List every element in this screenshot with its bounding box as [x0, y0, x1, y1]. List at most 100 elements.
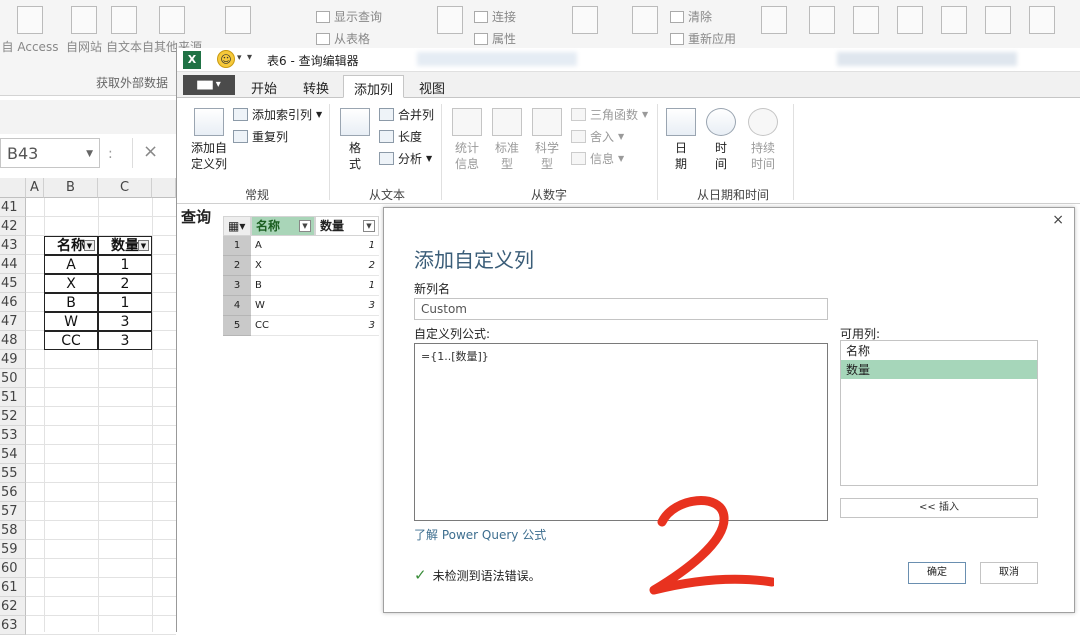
excel-table-header[interactable]: 数量 ▼	[98, 236, 152, 255]
table-cell[interactable]: A	[251, 236, 315, 256]
formula-cancel-button[interactable]: ×	[132, 138, 176, 168]
data-validation-button[interactable]	[888, 6, 932, 38]
excel-table-cell[interactable]: A	[44, 255, 98, 274]
table-cell[interactable]: 3	[315, 316, 379, 336]
refresh-all-button[interactable]	[420, 6, 480, 38]
row-number[interactable]: 4	[223, 296, 251, 316]
excel-table-cell[interactable]: X	[44, 274, 98, 293]
relationships-button[interactable]	[976, 6, 1020, 38]
row-header[interactable]: 51	[0, 388, 26, 407]
cancel-button[interactable]: 取消	[980, 562, 1038, 584]
select-all-corner[interactable]	[0, 178, 26, 198]
text-to-columns-button[interactable]	[752, 6, 796, 38]
learn-formulas-link[interactable]: 了解 Power Query 公式	[414, 526, 546, 543]
connections-button[interactable]: 连接	[474, 8, 516, 25]
row-header[interactable]: 53	[0, 426, 26, 445]
row-header[interactable]: 62	[0, 597, 26, 616]
excel-table-cell[interactable]: 2	[98, 274, 152, 293]
chevron-down-icon[interactable]: ▼	[138, 240, 149, 251]
table-cell[interactable]: B	[251, 276, 315, 296]
row-header[interactable]: 41	[0, 198, 26, 217]
list-item[interactable]: 数量	[841, 360, 1037, 379]
row-header[interactable]: 57	[0, 502, 26, 521]
information-button[interactable]: 信息 ▼	[571, 150, 624, 167]
available-columns-list[interactable]: 名称 数量	[840, 340, 1038, 486]
table-cell[interactable]: 1	[315, 276, 379, 296]
consolidate-button[interactable]	[932, 6, 976, 38]
excel-table-cell[interactable]: W	[44, 312, 98, 331]
tab-home[interactable]: 开始	[241, 75, 287, 98]
row-number[interactable]: 2	[223, 256, 251, 276]
row-header[interactable]: 55	[0, 464, 26, 483]
table-cell[interactable]: 3	[315, 296, 379, 316]
file-menu-tab[interactable]: ▆▆ ▾	[183, 75, 235, 95]
rounding-button[interactable]: 舍入 ▼	[571, 128, 624, 145]
col-header-b[interactable]: B	[44, 178, 98, 198]
from-table-button[interactable]: 从表格	[316, 30, 370, 47]
table-cell[interactable]: CC	[251, 316, 315, 336]
row-header[interactable]: 44	[0, 255, 26, 274]
excel-table-cell[interactable]: 1	[98, 293, 152, 312]
flash-fill-button[interactable]	[800, 6, 844, 38]
chevron-down-icon[interactable]: ▼	[363, 220, 375, 232]
properties-button[interactable]: 属性	[474, 30, 516, 47]
row-header[interactable]: 50	[0, 369, 26, 388]
tab-add-column[interactable]: 添加列	[343, 75, 405, 98]
add-index-column-button[interactable]: 添加索引列 ▼	[233, 106, 322, 123]
column-header-name[interactable]: 名称 ▼	[251, 216, 315, 236]
smiley-feedback-icon[interactable]: ☺	[217, 50, 235, 68]
from-access-button[interactable]: 自 Access	[0, 6, 60, 55]
time-button[interactable]: 时 间	[703, 108, 739, 172]
new-column-name-input[interactable]: Custom	[414, 298, 828, 320]
reapply-button[interactable]: 重新应用	[670, 30, 736, 47]
col-header-c[interactable]: C	[98, 178, 152, 198]
col-header-a[interactable]: A	[26, 178, 44, 198]
table-cell[interactable]: W	[251, 296, 315, 316]
row-header[interactable]: 58	[0, 521, 26, 540]
row-header[interactable]: 59	[0, 540, 26, 559]
remove-duplicates-button[interactable]	[844, 6, 888, 38]
length-button[interactable]: 长度	[379, 128, 422, 145]
standard-button[interactable]: 标准 型	[489, 108, 525, 172]
existing-connections-button[interactable]	[208, 6, 268, 38]
row-header[interactable]: 46	[0, 293, 26, 312]
excel-table-header[interactable]: 名称 ▼	[44, 236, 98, 255]
row-header[interactable]: 42	[0, 217, 26, 236]
row-number[interactable]: 3	[223, 276, 251, 296]
format-button[interactable]: 格 式	[337, 108, 373, 172]
excel-table-cell[interactable]: B	[44, 293, 98, 312]
table-menu-corner[interactable]: ▦▾	[223, 216, 251, 236]
chevron-down-icon[interactable]: ▼	[299, 220, 311, 232]
tab-view[interactable]: 视图	[409, 75, 455, 98]
add-custom-column-button[interactable]: 添加自 定义列	[189, 108, 229, 172]
trigonometry-button[interactable]: 三角函数 ▼	[571, 106, 648, 123]
excel-table-cell[interactable]: 3	[98, 312, 152, 331]
list-item[interactable]: 名称	[841, 341, 1037, 360]
row-number[interactable]: 1	[223, 236, 251, 256]
ok-button[interactable]: 确定	[908, 562, 966, 584]
scientific-button[interactable]: 科学 型	[529, 108, 565, 172]
row-header[interactable]: 54	[0, 445, 26, 464]
table-cell[interactable]: X	[251, 256, 315, 276]
clear-button[interactable]: 清除	[670, 8, 712, 25]
row-header[interactable]: 45	[0, 274, 26, 293]
column-header-qty[interactable]: 数量 ▼	[315, 216, 379, 236]
row-header[interactable]: 49	[0, 350, 26, 369]
row-header[interactable]: 43	[0, 236, 26, 255]
insert-button[interactable]: << 插入	[840, 498, 1038, 518]
date-button[interactable]: 日 期	[663, 108, 699, 172]
table-cell[interactable]: 1	[315, 236, 379, 256]
duplicate-column-button[interactable]: 重复列	[233, 128, 288, 145]
tab-transform[interactable]: 转换	[293, 75, 339, 98]
statistics-button[interactable]: 统计 信息	[447, 108, 487, 172]
excel-table-cell[interactable]: 1	[98, 255, 152, 274]
merge-columns-button[interactable]: 合并列	[379, 106, 434, 123]
row-number[interactable]: 5	[223, 316, 251, 336]
excel-table-cell[interactable]: 3	[98, 331, 152, 350]
excel-table-cell[interactable]: CC	[44, 331, 98, 350]
duration-button[interactable]: 持续 时间	[743, 108, 783, 172]
chevron-down-icon[interactable]: ▾	[237, 53, 242, 63]
row-header[interactable]: 61	[0, 578, 26, 597]
filter-button[interactable]	[620, 6, 670, 38]
table-cell[interactable]: 2	[315, 256, 379, 276]
